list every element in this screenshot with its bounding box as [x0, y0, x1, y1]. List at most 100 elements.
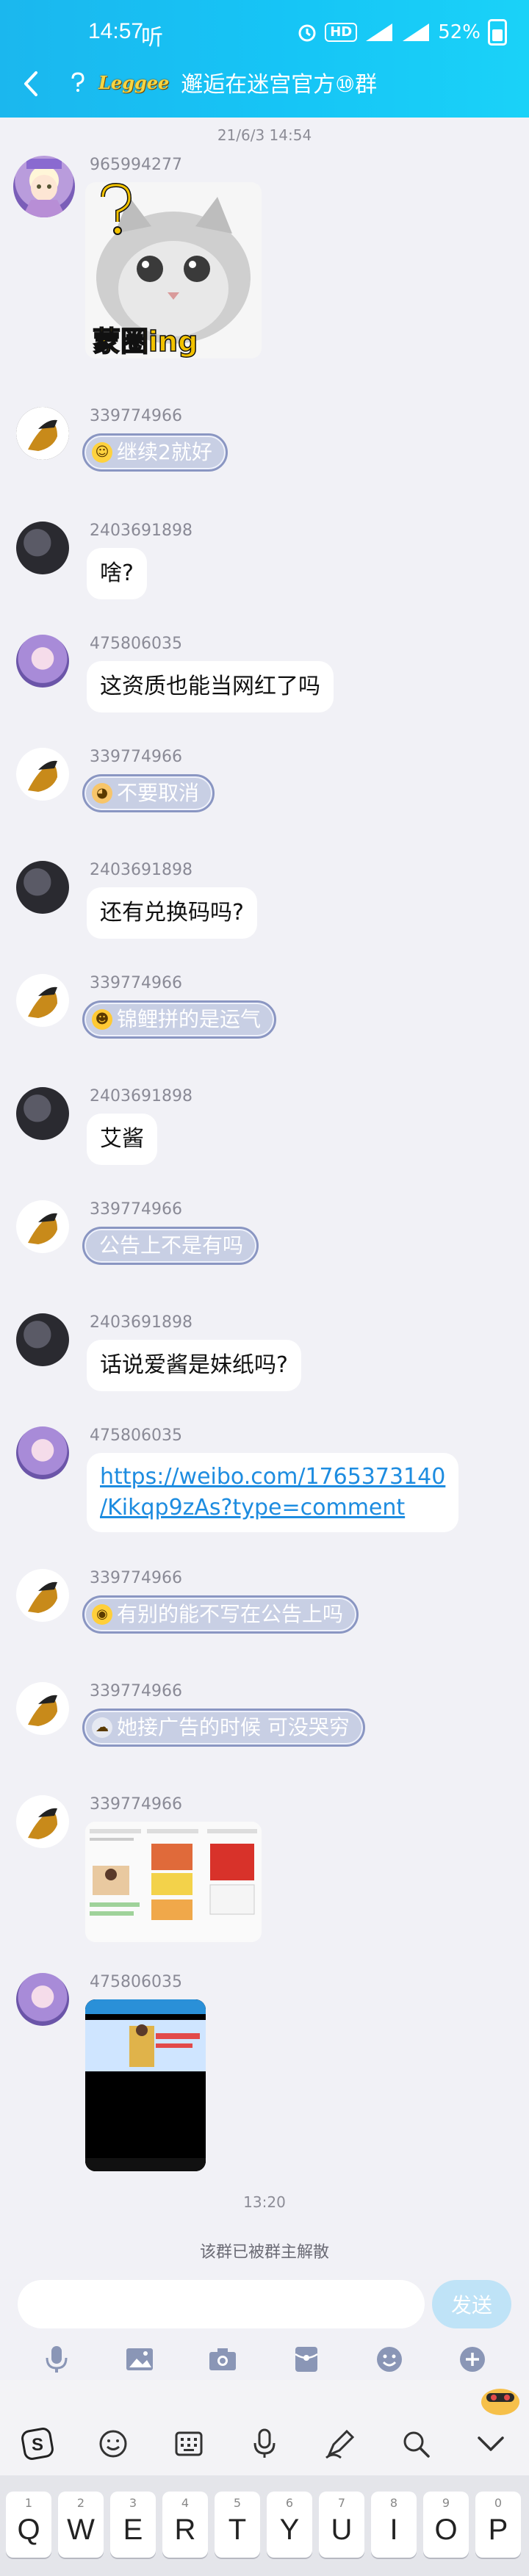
key-i[interactable]: 8I	[371, 2492, 417, 2558]
sender-id: 339774966	[90, 407, 182, 425]
avatar[interactable]	[16, 1795, 69, 1848]
key-p[interactable]: 0P	[475, 2492, 521, 2558]
handwriting-icon[interactable]	[322, 2425, 359, 2462]
camera-icon[interactable]	[206, 2343, 239, 2375]
plus-icon[interactable]	[456, 2343, 489, 2375]
message-pill[interactable]: ☺ 继续2就好	[82, 433, 228, 472]
key-q[interactable]: 1Q	[6, 2492, 51, 2558]
message-bubble[interactable]: 话说爱酱是妹纸吗?	[87, 1340, 301, 1391]
key-e[interactable]: 3E	[110, 2492, 156, 2558]
chat-list[interactable]: 21/6/3 14:54 965994277 蒙圈ing 339774966 ☺…	[0, 118, 529, 2262]
time-divider-top: 21/6/3 14:54	[217, 126, 312, 144]
sender-id: 339774966	[90, 748, 182, 766]
ghost-emoji-icon: ☁	[92, 1717, 112, 1738]
avatar[interactable]	[16, 1087, 69, 1140]
message-pill[interactable]: ☻ 锦鲤拼的是运气	[82, 1000, 277, 1039]
key-r[interactable]: 4R	[162, 2492, 208, 2558]
input-toolbar	[0, 2339, 529, 2380]
key-number: 1	[24, 2496, 33, 2510]
shared-image[interactable]	[85, 1822, 262, 1942]
svg-text:S: S	[32, 2435, 43, 2455]
sender-id: 2403691898	[90, 522, 192, 540]
keyboard-switch-icon[interactable]	[170, 2425, 207, 2462]
key-letter: I	[389, 2514, 398, 2546]
avatar[interactable]	[16, 522, 69, 574]
sender-id: 339774966	[90, 1795, 182, 1814]
message-bubble[interactable]: 还有兑换码吗?	[87, 887, 257, 939]
avatar[interactable]	[16, 1973, 69, 2026]
key-o[interactable]: 9O	[423, 2492, 469, 2558]
message-input[interactable]	[18, 2280, 425, 2328]
avatar[interactable]	[16, 1682, 69, 1735]
status-time: 14:57	[88, 19, 144, 43]
shared-image[interactable]	[85, 1999, 206, 2171]
message-item: 339774966 ◕ 不要取消	[0, 748, 529, 836]
microphone-icon[interactable]	[246, 2425, 283, 2462]
red-packet-icon[interactable]	[290, 2343, 323, 2375]
avatar[interactable]	[16, 861, 69, 914]
sender-id: 2403691898	[90, 1087, 192, 1105]
sticker-image[interactable]: 蒙圈ing	[85, 182, 262, 358]
voice-icon[interactable]	[40, 2343, 73, 2375]
keyboard-keys: 1Q 2W 3E 4R 5T 6Y 7U 8I 9O 0P	[0, 2475, 529, 2576]
key-number: 2	[76, 2496, 85, 2510]
avatar[interactable]	[16, 1313, 69, 1366]
sender-id: 339774966	[90, 1200, 182, 1219]
send-button[interactable]: 发送	[432, 2280, 511, 2328]
alarm-icon	[298, 24, 316, 42]
key-u[interactable]: 7U	[319, 2492, 364, 2558]
avatar[interactable]	[16, 748, 69, 801]
game-logo: Leggee	[98, 71, 170, 93]
message-text: 锦鲤拼的是运气	[117, 1007, 262, 1031]
title-wrap[interactable]: Leggee 邂逅在迷宫官方⑩群	[69, 66, 377, 98]
avatar[interactable]	[16, 1200, 69, 1253]
avatar[interactable]	[13, 156, 75, 217]
message-bubble[interactable]: 这资质也能当网红了吗	[87, 661, 334, 712]
message-bubble[interactable]: 艾酱	[87, 1114, 157, 1165]
back-arrow-icon[interactable]	[15, 68, 47, 100]
sender-id: 339774966	[90, 1682, 182, 1700]
dizzy-emoji-icon: ◉	[92, 1604, 112, 1625]
message-pill[interactable]: ☁ 她接广告的时候 可没哭穷	[82, 1709, 365, 1747]
message-bubble[interactable]: https://weibo.com/1765373140 /Kikqp9zAs?…	[87, 1453, 459, 1532]
sogou-logo-icon[interactable]: S	[19, 2425, 56, 2462]
grin-emoji-icon: ☻	[92, 1009, 112, 1030]
input-area: 发送	[0, 2262, 529, 2380]
avatar[interactable]	[16, 635, 69, 688]
message-item: 475806035 https://weibo.com/1765373140 /…	[0, 1426, 529, 1559]
message-text: 不要取消	[117, 781, 200, 805]
smile-emoji-icon: ☺	[92, 442, 112, 463]
key-letter: W	[67, 2514, 95, 2546]
avatar[interactable]	[16, 1569, 69, 1622]
key-w[interactable]: 2W	[58, 2492, 104, 2558]
collapse-keyboard-icon[interactable]	[472, 2425, 509, 2462]
sender-id: 2403691898	[90, 1313, 192, 1332]
message-pill[interactable]: 公告上不是有吗	[82, 1227, 259, 1265]
hd-badge: HD	[325, 23, 358, 42]
key-number: 6	[285, 2496, 294, 2510]
message-pill[interactable]: ◉ 有别的能不写在公告上吗	[82, 1595, 359, 1634]
key-t[interactable]: 5T	[215, 2492, 260, 2558]
message-item: 339774966 公告上不是有吗	[0, 1200, 529, 1288]
key-letter: P	[488, 2514, 508, 2546]
message-item: 339774966 ☺ 继续2就好	[0, 407, 529, 495]
weibo-link-cont[interactable]: /Kikqp9zAs?type=comment	[100, 1493, 445, 1523]
keyboard-mascot-icon[interactable]	[476, 2380, 525, 2418]
search-icon[interactable]	[397, 2425, 434, 2462]
image-icon[interactable]	[123, 2343, 156, 2375]
avatar[interactable]	[16, 1426, 69, 1479]
avatar[interactable]	[16, 974, 69, 1027]
message-pill[interactable]: ◕ 不要取消	[82, 774, 215, 812]
weibo-link[interactable]: https://weibo.com/1765373140	[100, 1462, 445, 1493]
status-bar: 14:57 听 HD 52%	[0, 13, 529, 54]
avatar[interactable]	[16, 407, 69, 460]
message-item: 2403691898 啥?	[0, 522, 529, 624]
message-item: 2403691898 艾酱	[0, 1087, 529, 1190]
message-item: 475806035	[0, 1973, 529, 2193]
key-letter: O	[434, 2514, 458, 2546]
emoji-keyboard-icon[interactable]	[95, 2425, 132, 2462]
key-y[interactable]: 6Y	[267, 2492, 312, 2558]
message-bubble[interactable]: 啥?	[87, 548, 147, 599]
emoji-icon[interactable]	[373, 2343, 406, 2375]
key-number: 3	[129, 2496, 137, 2510]
